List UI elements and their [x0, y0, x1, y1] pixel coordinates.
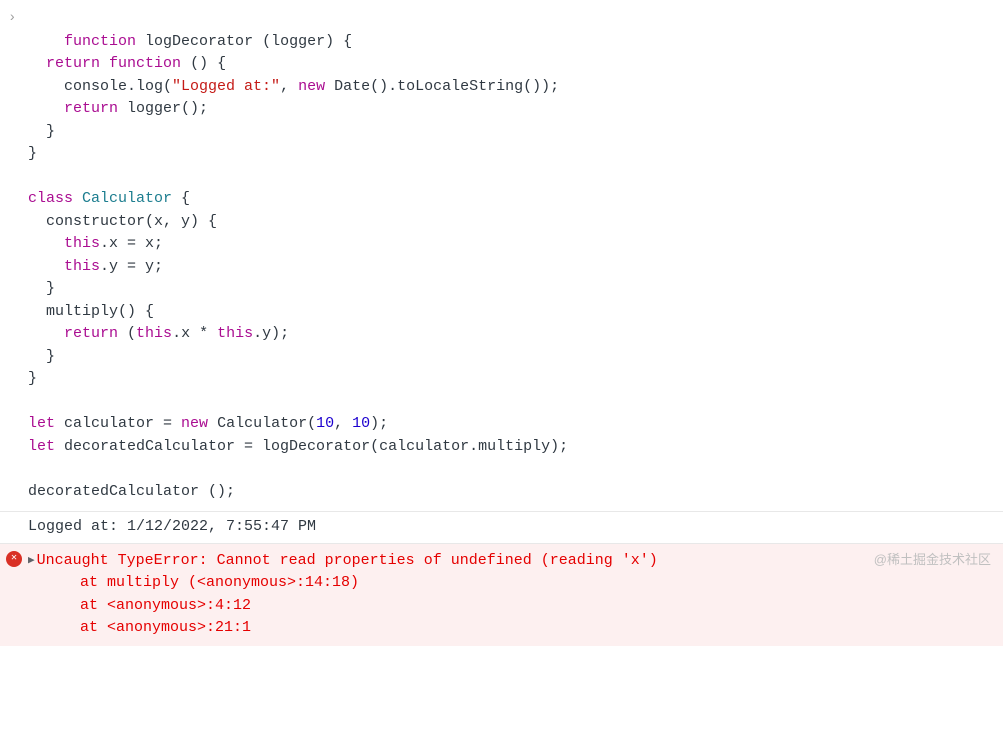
text: .x *: [172, 325, 217, 342]
text: [73, 190, 82, 207]
keyword: let: [28, 438, 55, 455]
text: decoratedCalculator ();: [28, 483, 235, 500]
stack-frame: at multiply (<anonymous>:14:18): [80, 572, 995, 595]
text: constructor(x, y) {: [28, 213, 217, 230]
text: );: [370, 415, 388, 432]
text: .x = x;: [100, 235, 163, 252]
text: }: [28, 123, 55, 140]
keyword: return: [64, 100, 118, 117]
keyword: class: [28, 190, 73, 207]
keyword: this: [217, 325, 253, 342]
stack-frame: at <anonymous>:4:12: [80, 595, 995, 618]
keyword: let: [28, 415, 55, 432]
text: ,: [280, 78, 298, 95]
keyword: return: [46, 55, 100, 72]
input-prompt-icon: ›: [8, 8, 16, 29]
text: .y = y;: [100, 258, 163, 275]
class-name: Calculator: [82, 190, 172, 207]
number: 10: [316, 415, 334, 432]
error-message: Uncaught TypeError: Cannot read properti…: [37, 552, 658, 569]
text: [28, 235, 64, 252]
text: console.log(: [28, 78, 172, 95]
devtools-console: › function logDecorator (logger) { return…: [0, 0, 1003, 646]
text: Calculator(: [208, 415, 316, 432]
text: ,: [334, 415, 352, 432]
text: () {: [181, 55, 226, 72]
text: multiply() {: [28, 303, 154, 320]
error-icon: [6, 551, 22, 567]
console-log-output: Logged at: 1/12/2022, 7:55:47 PM: [0, 512, 1003, 544]
text: }: [28, 348, 55, 365]
console-input-code[interactable]: › function logDecorator (logger) { return…: [0, 0, 1003, 512]
text: {: [172, 190, 190, 207]
text: }: [28, 145, 37, 162]
keyword: new: [298, 78, 325, 95]
text: Date().toLocaleString());: [325, 78, 559, 95]
number: 10: [352, 415, 370, 432]
keyword: new: [181, 415, 208, 432]
text: logger();: [118, 100, 208, 117]
text: }: [28, 280, 55, 297]
text: calculator =: [55, 415, 181, 432]
text: [28, 325, 64, 342]
text: [100, 55, 109, 72]
text: [28, 258, 64, 275]
keyword: return: [64, 325, 118, 342]
stack-trace: at multiply (<anonymous>:14:18) at <anon…: [28, 572, 995, 640]
text: .y);: [253, 325, 289, 342]
text: (: [118, 325, 136, 342]
keyword: function: [64, 33, 136, 50]
keyword: this: [64, 235, 100, 252]
console-error[interactable]: ▶Uncaught TypeError: Cannot read propert…: [0, 544, 1003, 646]
text: }: [28, 370, 37, 387]
keyword: this: [64, 258, 100, 275]
stack-frame: at <anonymous>:21:1: [80, 617, 995, 640]
text: decoratedCalculator = logDecorator(calcu…: [55, 438, 568, 455]
keyword: function: [109, 55, 181, 72]
watermark: @稀土掘金技术社区: [874, 550, 991, 570]
function-name: logDecorator: [145, 33, 253, 50]
string: "Logged at:": [172, 78, 280, 95]
text: (logger) {: [253, 33, 352, 50]
keyword: this: [136, 325, 172, 342]
text: [136, 33, 145, 50]
expand-icon[interactable]: ▶: [28, 553, 35, 570]
